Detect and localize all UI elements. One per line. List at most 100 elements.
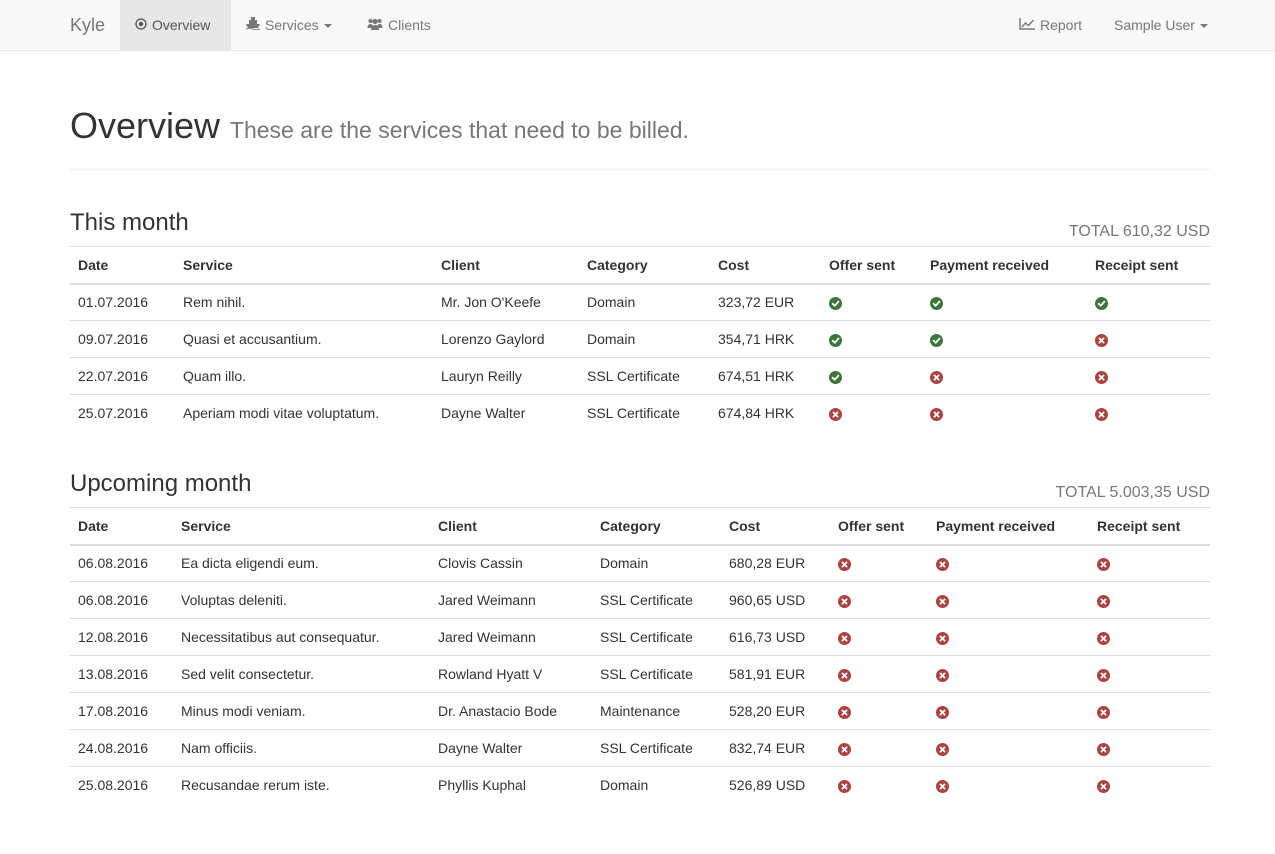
date-cell: 13.08.2016 — [70, 655, 173, 693]
date-cell: 01.07.2016 — [70, 283, 175, 321]
column-header: Payment received — [928, 507, 1089, 546]
receipt-sent-cell — [1087, 320, 1210, 358]
user-menu-label: Sample User — [1114, 17, 1195, 33]
payment-received-cell — [928, 544, 1089, 582]
date-cell: 06.08.2016 — [70, 544, 173, 582]
x-circle-icon — [930, 408, 943, 422]
service-cell: Quasi et accusantium. — [175, 320, 433, 358]
table-row: 17.08.2016 Minus modi veniam. Dr. Anastaci… — [70, 692, 1210, 730]
date-cell: 22.07.2016 — [70, 357, 175, 395]
x-circle-icon — [1097, 594, 1110, 608]
cost-cell: 680,28 EUR — [721, 544, 830, 582]
cost-cell: 960,65 USD — [721, 581, 830, 619]
cost-cell: 528,20 EUR — [721, 692, 830, 730]
cost-cell: 674,51 HRK — [710, 357, 821, 395]
x-circle-icon — [1097, 631, 1110, 645]
x-circle-icon — [936, 705, 949, 719]
client-cell: Mr. Jon O'Keefe — [433, 283, 579, 321]
column-header: Category — [579, 246, 710, 285]
table-row: 06.08.2016 Ea dicta eligendi eum. Clovis C… — [70, 544, 1210, 582]
nav-overview-label: Overview — [152, 17, 211, 33]
payment-received-cell — [928, 618, 1089, 656]
check-circle-icon — [930, 297, 943, 311]
column-header: Service — [173, 507, 430, 546]
column-header: Receipt sent — [1089, 507, 1210, 546]
date-cell: 12.08.2016 — [70, 618, 173, 656]
x-circle-icon — [1095, 333, 1108, 347]
nav-clients[interactable]: Clients — [352, 0, 446, 50]
x-circle-icon — [1095, 370, 1108, 384]
service-cell: Ea dicta eligendi eum. — [173, 544, 430, 582]
client-cell: Phyllis Kuphal — [430, 766, 592, 804]
category-cell: Domain — [592, 766, 721, 804]
client-cell: Jared Weimann — [430, 581, 592, 619]
x-circle-icon — [838, 668, 851, 682]
offer-sent-cell — [830, 655, 928, 693]
date-cell: 25.07.2016 — [70, 394, 175, 432]
x-circle-icon — [1097, 558, 1110, 572]
page-header: Overview These are the services that nee… — [70, 108, 1210, 170]
client-cell: Clovis Cassin — [430, 544, 592, 582]
nav-services-dropdown[interactable]: Services — [231, 0, 347, 50]
service-cell: Nam officiis. — [173, 729, 430, 767]
column-header: Date — [70, 246, 175, 285]
brand-link[interactable]: Kyle — [70, 0, 105, 50]
cost-cell: 581,91 EUR — [721, 655, 830, 693]
nav-report[interactable]: Report — [1004, 0, 1097, 50]
x-circle-icon — [936, 780, 949, 794]
x-circle-icon — [838, 780, 851, 794]
offer-sent-cell — [821, 357, 922, 395]
payment-received-cell — [922, 394, 1087, 432]
payment-received-cell — [922, 357, 1087, 395]
x-circle-icon — [930, 370, 943, 384]
check-circle-icon — [1095, 297, 1108, 311]
client-cell: Jared Weimann — [430, 618, 592, 656]
date-cell: 25.08.2016 — [70, 766, 173, 804]
column-header: Cost — [710, 246, 821, 285]
table-header-row: Date Service Client Category Cost Offer sent P… — [70, 507, 1210, 546]
receipt-sent-cell — [1089, 692, 1210, 730]
nav-overview[interactable]: Overview — [120, 0, 231, 50]
payment-received-cell — [928, 655, 1089, 693]
date-cell: 17.08.2016 — [70, 692, 173, 730]
offer-sent-cell — [821, 320, 922, 358]
table-row: 01.07.2016 Rem nihil. Mr. Jon O'Keefe Domai… — [70, 283, 1210, 321]
category-cell: Maintenance — [592, 692, 721, 730]
x-circle-icon — [1097, 780, 1110, 794]
receipt-sent-cell — [1087, 357, 1210, 395]
service-cell: Minus modi veniam. — [173, 692, 430, 730]
date-cell: 24.08.2016 — [70, 729, 173, 767]
date-cell: 06.08.2016 — [70, 581, 173, 619]
client-cell: Rowland Hyatt V — [430, 655, 592, 693]
cost-cell: 354,71 HRK — [710, 320, 821, 358]
x-circle-icon — [838, 705, 851, 719]
table-row: 22.07.2016 Quam illo. Lauryn Reilly SSL Cer… — [70, 357, 1210, 395]
client-cell: Dayne Walter — [433, 394, 579, 432]
category-cell: Domain — [592, 544, 721, 582]
payment-received-cell — [928, 766, 1089, 804]
x-circle-icon — [1097, 742, 1110, 756]
upcoming-month-table: Date Service Client Category Cost Offer sent P… — [70, 507, 1210, 804]
cost-cell: 323,72 EUR — [710, 283, 821, 321]
payment-received-cell — [922, 283, 1087, 321]
category-cell: SSL Certificate — [579, 394, 710, 432]
upcoming-month-total: TOTAL 5.003,35 USD — [1055, 484, 1210, 501]
receipt-sent-cell — [1089, 655, 1210, 693]
user-menu-dropdown[interactable]: Sample User — [1099, 0, 1223, 50]
category-cell: SSL Certificate — [579, 357, 710, 395]
offer-sent-cell — [830, 618, 928, 656]
x-circle-icon — [838, 558, 851, 572]
offer-sent-cell — [830, 729, 928, 767]
nav-clients-label: Clients — [388, 17, 431, 33]
column-header: Payment received — [922, 246, 1087, 285]
x-circle-icon — [936, 594, 949, 608]
column-header: Date — [70, 507, 173, 546]
chevron-down-icon — [1199, 24, 1208, 29]
service-cell: Necessitatibus aut consequatur. — [173, 618, 430, 656]
client-cell: Lorenzo Gaylord — [433, 320, 579, 358]
line-chart-icon — [1019, 0, 1035, 50]
this-month-table: Date Service Client Category Cost Offer sent P… — [70, 246, 1210, 432]
service-cell: Quam illo. — [175, 357, 433, 395]
nav-report-label: Report — [1040, 17, 1083, 33]
x-circle-icon — [936, 668, 949, 682]
